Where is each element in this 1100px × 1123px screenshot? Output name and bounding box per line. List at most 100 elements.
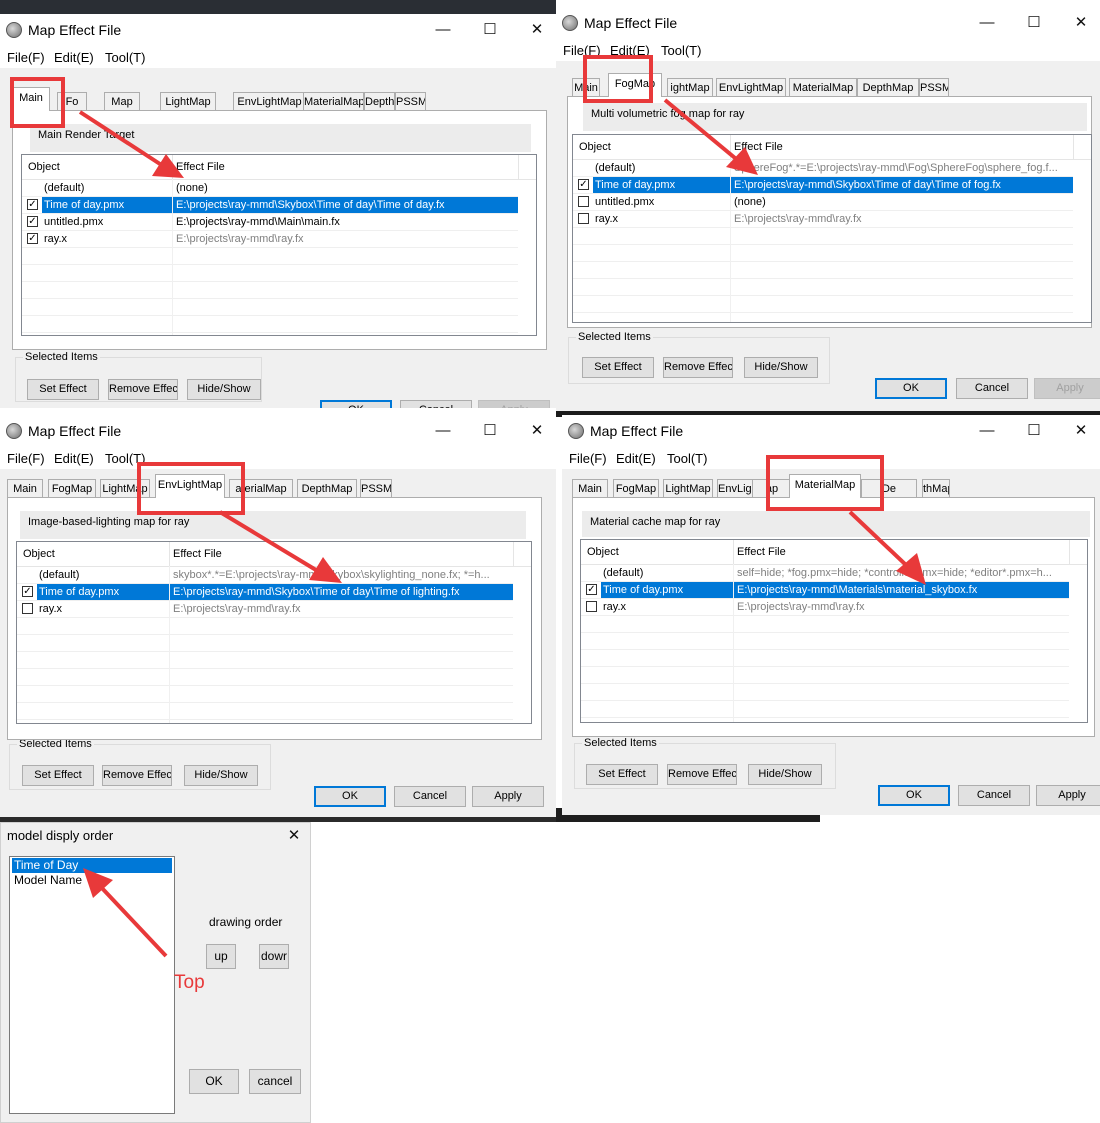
row-checkbox[interactable]: ✓	[27, 233, 38, 244]
tab-lightmap[interactable]: LightMap	[663, 479, 713, 498]
column-separator[interactable]	[169, 542, 170, 566]
tab-main[interactable]: Main	[7, 479, 43, 498]
tab-fogmap[interactable]: FogMap	[48, 479, 96, 498]
model-order-list[interactable]: Time of Day Model Name	[9, 856, 175, 1114]
column-header-effect-file[interactable]: Effect File	[734, 141, 783, 153]
menu-item-edit[interactable]: Edit(E)	[54, 451, 94, 466]
cancel-button[interactable]: Cancel	[958, 785, 1030, 806]
remove-effect-button[interactable]: Remove Effect	[102, 765, 172, 786]
minimize-icon[interactable]: —	[428, 419, 458, 443]
list-item-model-name[interactable]: Model Name	[12, 873, 172, 888]
menu-item-tool[interactable]: Tool(T)	[661, 43, 701, 58]
column-separator[interactable]	[172, 155, 173, 179]
table-row[interactable]: untitled.pmx (none)	[573, 194, 1073, 211]
close-icon[interactable]: ✕	[1066, 11, 1096, 35]
tab-envlightmap[interactable]: EnvLightMap	[233, 92, 306, 111]
menu-item-tool[interactable]: Tool(T)	[105, 451, 145, 466]
close-icon[interactable]: ✕	[522, 18, 552, 42]
hide-show-button[interactable]: Hide/Show	[748, 764, 822, 785]
table-row[interactable]: ✓ untitled.pmx E:\projects\ray-mmd\Main\ma…	[22, 214, 518, 231]
table-row[interactable]: ✓ Time of day.pmx E:\projects\ray-mmd\Skyb…	[573, 177, 1073, 194]
column-header-effect-file[interactable]: Effect File	[176, 161, 225, 173]
hide-show-button[interactable]: Hide/Show	[187, 379, 261, 400]
tab-materialmap[interactable]: MaterialMap	[789, 474, 861, 498]
cancel-button[interactable]: cancel	[249, 1069, 301, 1094]
tab-map[interactable]: Map	[104, 92, 140, 111]
hide-show-button[interactable]: Hide/Show	[744, 357, 818, 378]
column-separator[interactable]	[1069, 540, 1070, 564]
close-icon[interactable]: ✕	[279, 824, 309, 848]
ok-button[interactable]: OK	[875, 378, 947, 399]
table-row[interactable]: (default) self=hide; *fog.pmx=hide; *cont…	[581, 565, 1069, 582]
set-effect-button[interactable]: Set Effect	[27, 379, 99, 400]
ok-button[interactable]: OK	[878, 785, 950, 806]
menu-item-file[interactable]: File(F)	[7, 451, 45, 466]
maximize-icon[interactable]: ☐	[475, 18, 505, 42]
ok-button[interactable]: OK	[314, 786, 386, 807]
tab-pssm[interactable]: PSSM	[919, 78, 949, 97]
column-header-effect-file[interactable]: Effect File	[173, 548, 222, 560]
column-separator[interactable]	[513, 542, 514, 566]
row-checkbox[interactable]: ✓	[22, 586, 33, 597]
row-checkbox[interactable]: ✓	[586, 584, 597, 595]
menu-item-file[interactable]: File(F)	[7, 50, 45, 65]
menu-item-file[interactable]: File(F)	[569, 451, 607, 466]
column-separator[interactable]	[1073, 135, 1074, 159]
menu-item-tool[interactable]: Tool(T)	[105, 50, 145, 65]
tab-depthmap[interactable]: DepthMap	[297, 479, 357, 498]
tab-materialmap[interactable]: MaterialMap	[303, 92, 364, 111]
table-row[interactable]: (default) SphereFog*.*=E:\projects\ray-mm…	[573, 160, 1073, 177]
ok-button[interactable]: OK	[320, 400, 392, 408]
cancel-button[interactable]: Cancel	[400, 400, 472, 408]
object-effect-list[interactable]: Object Effect File (default) self=hide; *fo…	[580, 539, 1088, 723]
tab-pssm[interactable]: PSSM	[360, 479, 392, 498]
column-separator[interactable]	[730, 135, 731, 159]
remove-effect-button[interactable]: Remove Effect	[663, 357, 733, 378]
tab-main[interactable]: Main	[12, 87, 50, 111]
column-separator[interactable]	[518, 155, 519, 179]
set-effect-button[interactable]: Set Effect	[582, 357, 654, 378]
tab-pssm[interactable]: PSSM	[395, 92, 426, 111]
column-header-object[interactable]: Object	[587, 546, 619, 558]
hide-show-button[interactable]: Hide/Show	[184, 765, 258, 786]
tab-de[interactable]: De	[861, 479, 917, 498]
object-effect-list[interactable]: Object Effect File (default) (none) ✓ Time of…	[21, 154, 537, 336]
minimize-icon[interactable]: —	[972, 11, 1002, 35]
minimize-icon[interactable]: —	[428, 18, 458, 42]
column-separator[interactable]	[733, 540, 734, 564]
list-item-time-of-day[interactable]: Time of Day	[12, 858, 172, 873]
up-button[interactable]: up	[206, 944, 236, 969]
table-row[interactable]: ✓ Time of day.pmx E:\projects\ray-mmd\Skyb…	[22, 197, 518, 214]
set-effect-button[interactable]: Set Effect	[586, 764, 658, 785]
object-effect-list[interactable]: Object Effect File (default) SphereFog*.*=E…	[572, 134, 1092, 323]
tab-envlightmap[interactable]: EnvLightMap	[716, 78, 786, 97]
maximize-icon[interactable]: ☐	[1019, 11, 1049, 35]
menu-item-file[interactable]: File(F)	[563, 43, 601, 58]
ok-button[interactable]: OK	[189, 1069, 239, 1094]
table-row[interactable]: ✓ Time of day.pmx E:\projects\ray-mmd\Skyb…	[17, 584, 513, 601]
tab-materialmap[interactable]: MaterialMap	[789, 78, 857, 97]
tab-lightmap[interactable]: LightMap	[100, 479, 150, 498]
apply-button[interactable]: Apply	[1036, 785, 1100, 806]
table-row[interactable]: ✓ Time of day.pmx E:\projects\ray-mmd\Mate…	[581, 582, 1069, 599]
table-row[interactable]: ray.x E:\projects\ray-mmd\ray.fx	[17, 601, 513, 618]
column-header-object[interactable]: Object	[579, 141, 611, 153]
apply-button[interactable]: Apply	[472, 786, 544, 807]
tab-fogmap[interactable]: FogMap	[613, 479, 659, 498]
down-button[interactable]: dowr	[259, 944, 289, 969]
table-row[interactable]: (default) (none)	[22, 180, 518, 197]
remove-effect-button[interactable]: Remove Effect	[667, 764, 737, 785]
row-checkbox[interactable]	[578, 196, 589, 207]
set-effect-button[interactable]: Set Effect	[22, 765, 94, 786]
maximize-icon[interactable]: ☐	[475, 419, 505, 443]
table-row[interactable]: (default) skybox*.*=E:\projects\ray-mmd\s…	[17, 567, 513, 584]
menu-item-edit[interactable]: Edit(E)	[54, 50, 94, 65]
row-checkbox[interactable]: ✓	[578, 179, 589, 190]
cancel-button[interactable]: Cancel	[394, 786, 466, 807]
cancel-button[interactable]: Cancel	[956, 378, 1028, 399]
column-header-object[interactable]: Object	[28, 161, 60, 173]
remove-effect-button[interactable]: Remove Effect	[108, 379, 178, 400]
tab-depthmap[interactable]: DepthMap	[364, 92, 395, 111]
row-checkbox[interactable]	[578, 213, 589, 224]
column-header-effect-file[interactable]: Effect File	[737, 546, 786, 558]
